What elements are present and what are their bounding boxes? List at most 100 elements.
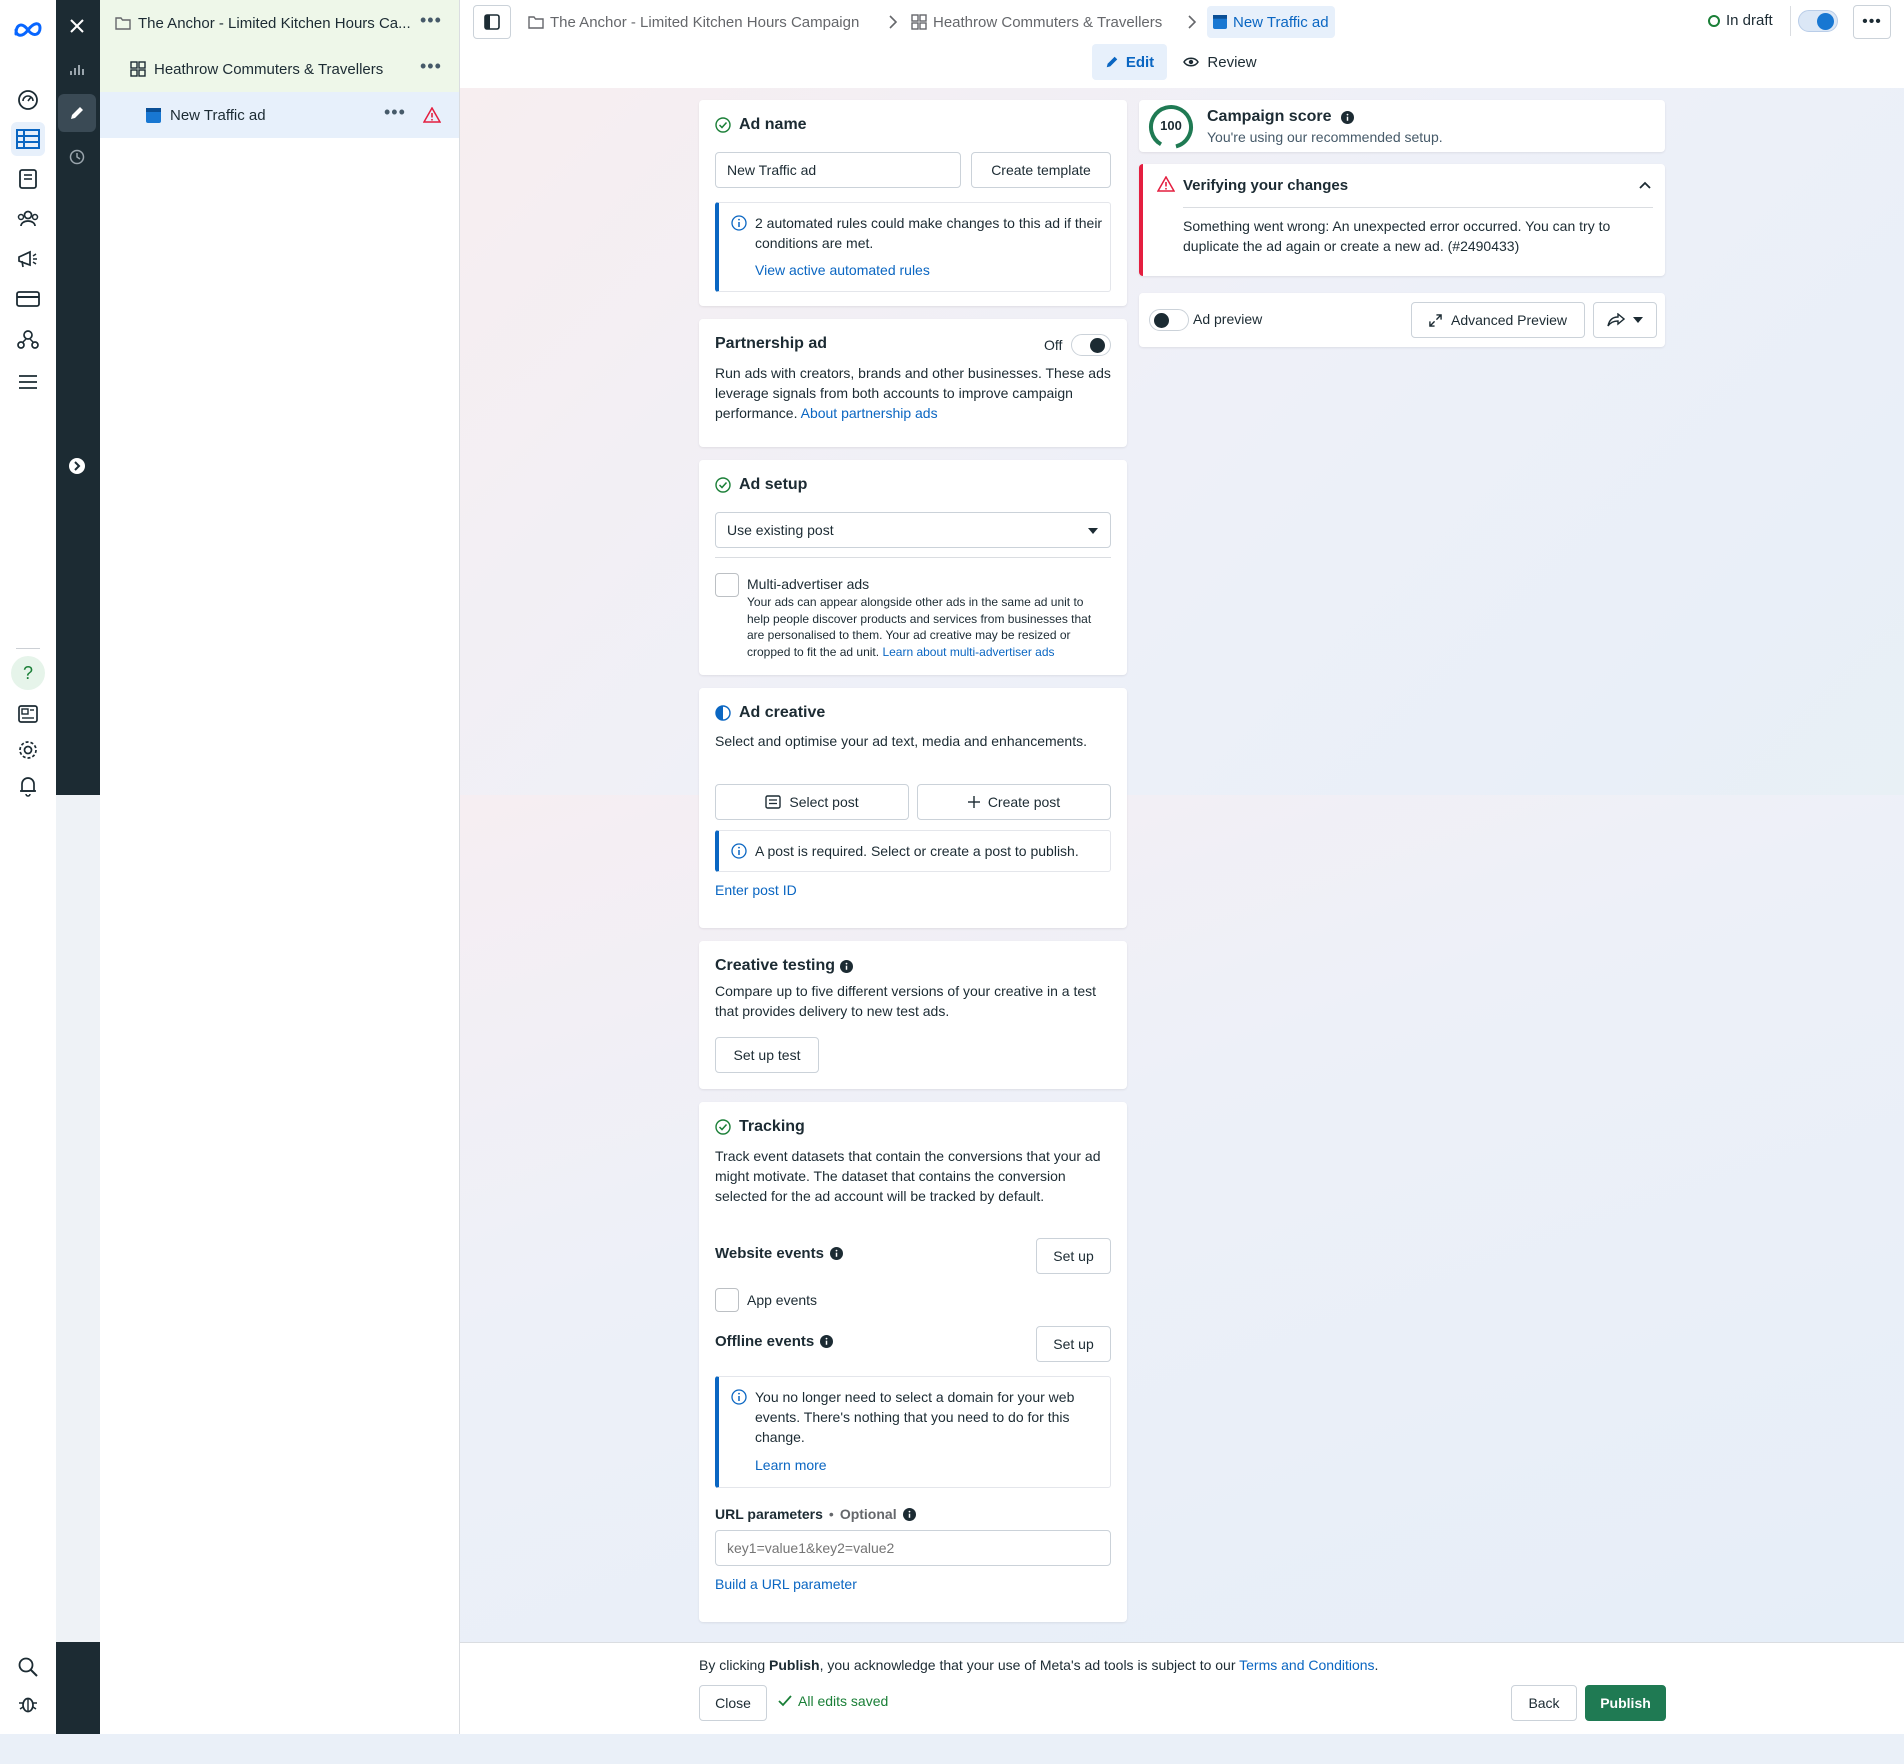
url-parameters-label: URL parameters [715, 1506, 823, 1522]
warning-icon [423, 107, 441, 123]
toggle-sidebar-button[interactable] [473, 5, 511, 39]
menu-icon[interactable] [11, 365, 45, 399]
settings-icon[interactable] [11, 733, 45, 767]
advanced-preview-button[interactable]: Advanced Preview [1411, 302, 1585, 338]
dropdown-caret-icon [1633, 317, 1643, 323]
bug-icon[interactable] [11, 1686, 45, 1720]
partnership-toggle[interactable] [1071, 334, 1111, 356]
breadcrumb-adset[interactable]: Heathrow Commuters & Travellers [911, 10, 1162, 34]
meta-logo-icon[interactable] [11, 12, 45, 46]
campaigns-table-icon[interactable] [11, 122, 45, 156]
info-filled-icon[interactable] [1341, 110, 1355, 124]
website-events-setup-button[interactable]: Set up [1036, 1238, 1111, 1274]
plus-icon [967, 796, 980, 808]
back-button[interactable]: Back [1511, 1685, 1577, 1721]
ad-more-icon[interactable]: ••• [384, 102, 406, 123]
tree-adset-label: Heathrow Commuters & Travellers [154, 60, 384, 78]
ad-creative-subtitle: Select and optimise your ad text, media … [715, 733, 1087, 749]
view-automated-rules-link[interactable]: View active automated rules [755, 260, 930, 280]
share-dropdown-button[interactable] [1593, 302, 1657, 338]
help-icon[interactable]: ? [11, 656, 45, 690]
url-parameters-heading: URL parameters • Optional [715, 1506, 916, 1522]
tab-edit[interactable]: Edit [1092, 44, 1167, 80]
megaphone-icon[interactable] [11, 242, 45, 276]
ad-name-heading: Ad name [715, 116, 807, 134]
tree-campaign-row[interactable]: The Anchor - Limited Kitchen Hours Ca...… [100, 0, 459, 46]
verification-divider [1183, 207, 1653, 208]
campaign-tree-panel: The Anchor - Limited Kitchen Hours Ca...… [100, 0, 460, 1734]
ad-icon [146, 107, 161, 123]
news-icon[interactable] [11, 697, 45, 731]
automated-rules-info: 2 automated rules could make changes to … [715, 202, 1111, 292]
about-partnership-link[interactable]: About partnership ads [801, 405, 938, 421]
build-url-parameter-link[interactable]: Build a URL parameter [715, 1574, 857, 1594]
ad-active-toggle[interactable] [1798, 10, 1838, 32]
close-button[interactable]: Close [699, 1685, 767, 1721]
tree-ad-label: New Traffic ad [170, 106, 266, 124]
ad-setup-select-value: Use existing post [727, 522, 834, 538]
verification-error-card: Verifying your changes Something went wr… [1139, 164, 1665, 276]
notifications-bell-icon[interactable] [11, 769, 45, 803]
url-parameters-optional: Optional [839, 1506, 897, 1522]
draft-status-icon [1708, 14, 1720, 27]
terms-notice: By clicking Publish, you acknowledge tha… [699, 1657, 1379, 1673]
search-icon[interactable] [11, 1650, 45, 1684]
tree-adset-row[interactable]: Heathrow Commuters & Travellers ••• [100, 46, 459, 92]
tab-review-label: Review [1207, 53, 1257, 71]
url-parameters-input[interactable] [715, 1530, 1111, 1566]
ad-preview-label: Ad preview [1193, 311, 1263, 327]
ad-creative-card: Ad creative Select and optimise your ad … [699, 688, 1127, 928]
publish-button[interactable]: Publish [1585, 1685, 1666, 1721]
business-tools-icon[interactable] [11, 322, 45, 356]
audiences-icon[interactable] [11, 202, 45, 236]
select-post-button[interactable]: Select post [715, 784, 909, 820]
app-events-label: App events [747, 1292, 818, 1308]
create-post-button[interactable]: Create post [917, 784, 1111, 820]
multi-advertiser-checkbox[interactable] [715, 573, 739, 597]
info-filled-icon[interactable] [829, 1247, 843, 1260]
info-icon [731, 843, 747, 859]
partnership-toggle-label: Off [1044, 337, 1063, 353]
info-filled-icon[interactable] [820, 1335, 834, 1348]
edit-pencil-icon[interactable] [58, 94, 96, 132]
enter-post-id-link[interactable]: Enter post ID [715, 880, 797, 900]
tab-review[interactable]: Review [1177, 44, 1263, 80]
rail-divider [16, 648, 40, 649]
pages-icon[interactable] [11, 162, 45, 196]
close-editor-icon[interactable] [58, 7, 96, 45]
bottom-band [0, 1734, 1904, 1764]
info-icon [731, 215, 747, 231]
campaign-more-icon[interactable]: ••• [420, 10, 442, 31]
ad-preview-toggle[interactable] [1149, 309, 1189, 331]
info-filled-icon[interactable] [902, 1507, 916, 1521]
breadcrumb-ad[interactable]: New Traffic ad [1207, 6, 1335, 38]
ad-setup-select[interactable]: Use existing post [715, 512, 1111, 548]
app-events-checkbox[interactable] [715, 1288, 739, 1312]
check-circle-icon [715, 1119, 731, 1135]
billing-card-icon[interactable] [11, 282, 45, 316]
reporting-chart-icon[interactable] [58, 50, 96, 88]
adset-more-icon[interactable]: ••• [420, 56, 442, 77]
history-clock-icon[interactable] [58, 138, 96, 176]
creative-testing-heading: Creative testing [715, 957, 854, 975]
tracking-description: Track event datasets that contain the co… [715, 1148, 1101, 1204]
breadcrumb-campaign-label: The Anchor - Limited Kitchen Hours Campa… [550, 13, 860, 31]
offline-events-setup-button[interactable]: Set up [1036, 1326, 1111, 1362]
info-filled-icon[interactable] [840, 959, 854, 973]
more-options-button[interactable]: ••• [1853, 5, 1891, 39]
multi-advertiser-link[interactable]: Learn about multi-advertiser ads [882, 645, 1054, 659]
set-up-test-button[interactable]: Set up test [715, 1037, 819, 1073]
tree-ad-row[interactable]: New Traffic ad ••• [100, 92, 459, 138]
chevron-up-icon[interactable] [1639, 181, 1651, 189]
learn-more-link[interactable]: Learn more [755, 1455, 827, 1475]
create-template-button[interactable]: Create template [971, 152, 1111, 188]
terms-link[interactable]: Terms and Conditions [1239, 1657, 1374, 1673]
gauge-icon[interactable] [11, 83, 45, 117]
breadcrumb-campaign[interactable]: The Anchor - Limited Kitchen Hours Campa… [528, 10, 859, 34]
campaign-score-subtitle: You're using our recommended setup. [1207, 129, 1443, 145]
creative-testing-card: Creative testing Compare up to five diff… [699, 941, 1127, 1089]
tree-campaign-label: The Anchor - Limited Kitchen Hours Ca... [138, 14, 411, 32]
expand-panel-icon[interactable] [58, 447, 96, 485]
ad-name-input[interactable]: New Traffic ad [715, 152, 961, 188]
share-icon [1607, 313, 1625, 327]
